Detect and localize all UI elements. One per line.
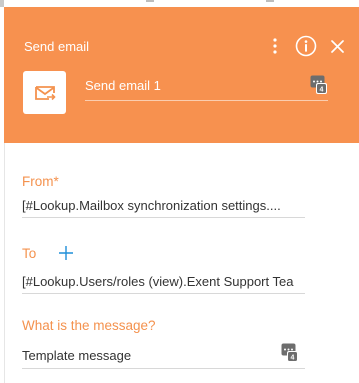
process-name-value: Send email 1 <box>85 78 161 93</box>
element-header: Send email Send email 1 4 <box>4 7 359 143</box>
template-macro-button[interactable]: 4 <box>281 343 299 363</box>
more-vertical-icon <box>273 38 277 54</box>
add-recipient-button[interactable] <box>58 245 74 261</box>
top-edge <box>0 0 359 7</box>
left-edge <box>0 0 4 7</box>
svg-text:4: 4 <box>291 355 295 362</box>
top-edge-mark <box>266 0 274 2</box>
from-field-underline <box>22 217 305 218</box>
macro-button[interactable]: 4 <box>310 75 328 95</box>
svg-text:4: 4 <box>320 87 324 94</box>
panel-left-border <box>4 143 5 383</box>
message-field-underline <box>22 368 305 369</box>
close-button[interactable] <box>329 38 345 54</box>
message-label: What is the message? <box>22 318 156 333</box>
macro-icon: 4 <box>310 75 327 94</box>
process-name-field[interactable]: Send email 1 4 <box>85 74 328 101</box>
close-icon <box>330 39 344 53</box>
plus-icon <box>59 246 73 260</box>
element-type-title: Send email <box>24 39 90 54</box>
element-icon <box>23 71 66 114</box>
info-icon <box>295 35 317 57</box>
info-button[interactable] <box>295 35 317 57</box>
from-field[interactable]: [#Lookup.Mailbox synchronization setting… <box>22 198 281 213</box>
envelope-arrow-icon <box>34 85 56 100</box>
header-actions <box>267 35 345 57</box>
macro-icon: 4 <box>281 343 298 362</box>
to-field[interactable]: [#Lookup.Users/roles (view).Exent Suppor… <box>22 274 293 289</box>
message-type-field[interactable]: Template message <box>22 348 131 363</box>
to-label: To <box>22 246 37 261</box>
more-options-button[interactable] <box>267 36 283 56</box>
top-edge-mark <box>146 0 154 2</box>
from-label: From* <box>22 174 59 189</box>
to-field-underline <box>22 293 305 294</box>
